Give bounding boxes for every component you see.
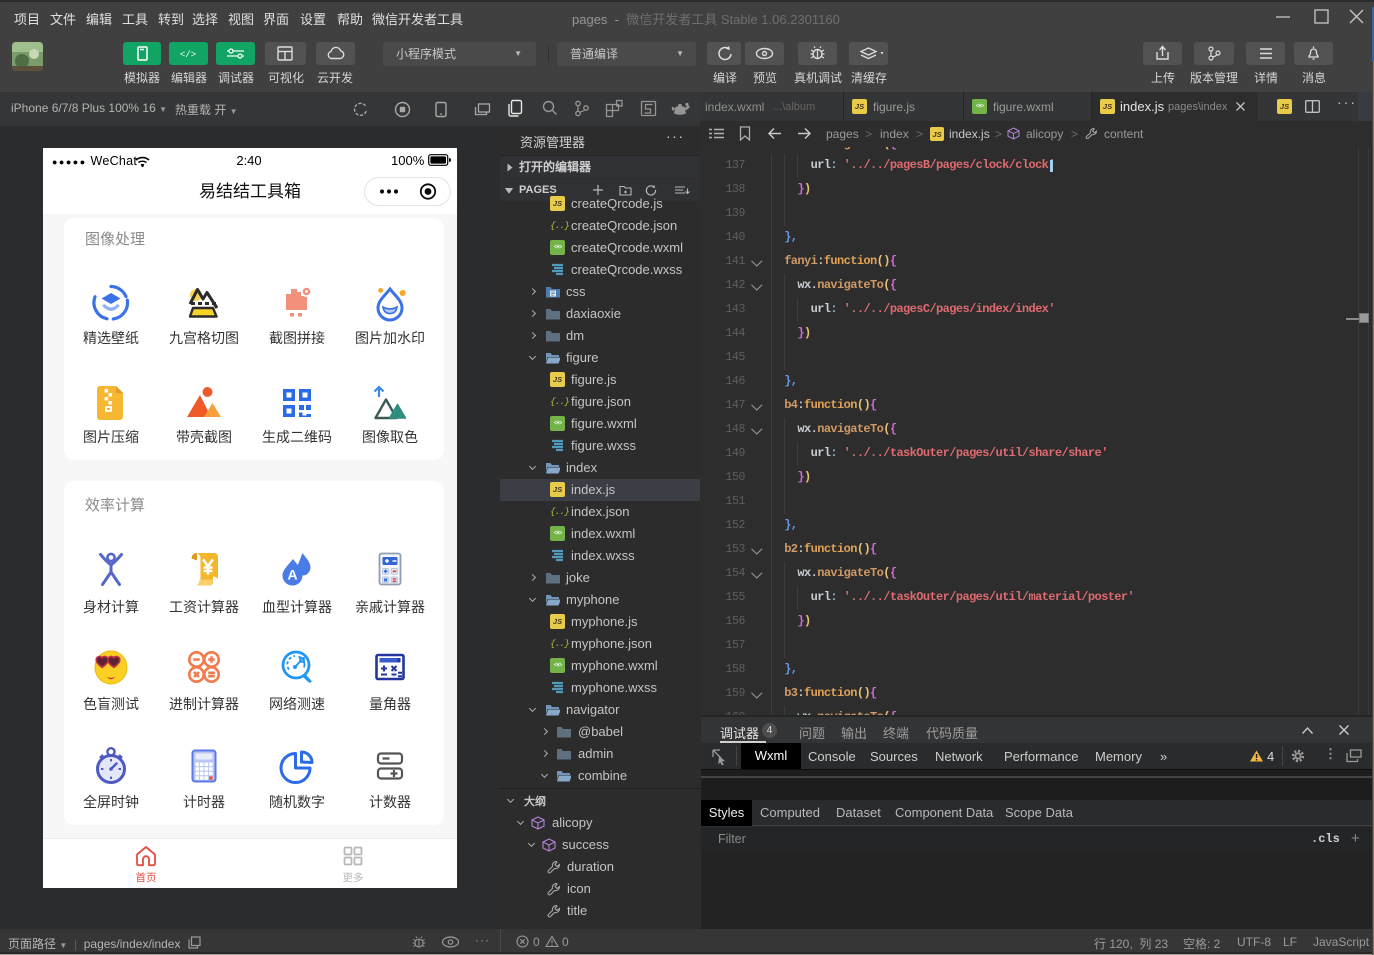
svg-text:</>: </> [180,50,196,60]
svg-text:A: A [287,567,297,583]
